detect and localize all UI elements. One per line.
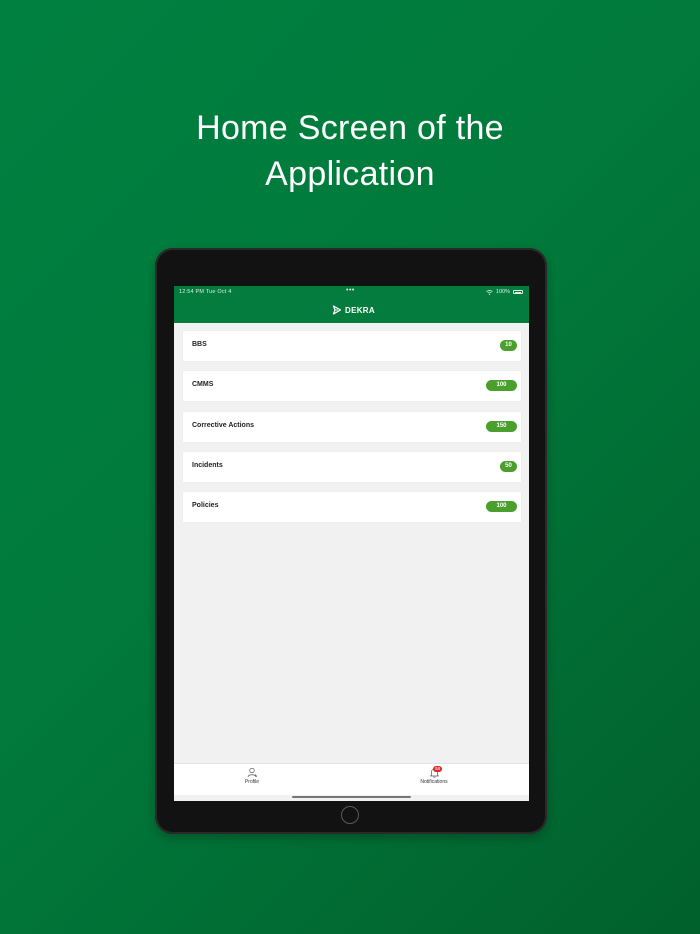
status-indicators: 100% bbox=[486, 289, 523, 295]
tab-profile-label: Profile bbox=[244, 779, 260, 785]
multitasking-dots[interactable]: ••• bbox=[346, 287, 355, 294]
brand-logo: DEKRA bbox=[332, 305, 375, 315]
home-indicator[interactable] bbox=[292, 796, 411, 798]
count-badge: 100 bbox=[486, 501, 517, 513]
headline-line-2: Application bbox=[265, 155, 435, 193]
list-item-cmms[interactable]: CMMS 100 bbox=[183, 371, 521, 402]
navigation-bar: 12:54 PM Tue Oct 4 ••• 100% DEKRA bbox=[174, 286, 529, 323]
headline-line-1: Home Screen of the bbox=[196, 109, 504, 147]
wifi-icon bbox=[486, 289, 493, 295]
dekra-logo-icon bbox=[332, 305, 342, 315]
list-item-corrective-actions[interactable]: Corrective Actions 150 bbox=[183, 411, 521, 442]
count-badge: 150 bbox=[486, 420, 517, 432]
app-screen: 12:54 PM Tue Oct 4 ••• 100% DEKRA BBS 10… bbox=[174, 286, 529, 801]
count-badge: 10 bbox=[500, 340, 517, 351]
brand-name: DEKRA bbox=[345, 305, 375, 315]
count-badge: 50 bbox=[500, 460, 517, 472]
tab-bar: Profile 58 Notifications bbox=[174, 763, 529, 795]
list-item-label: CMMS bbox=[192, 381, 214, 389]
module-list: BBS 10 CMMS 100 Corrective Actions 150 I… bbox=[183, 331, 521, 532]
tab-notifications[interactable]: 58 Notifications bbox=[414, 766, 454, 785]
battery-icon bbox=[513, 290, 523, 294]
tab-profile[interactable]: Profile bbox=[240, 767, 264, 785]
count-badge: 100 bbox=[486, 380, 517, 392]
list-item-policies[interactable]: Policies 100 bbox=[183, 492, 521, 523]
tab-notifications-label: Notifications bbox=[420, 779, 448, 785]
list-item-label: Corrective Actions bbox=[192, 421, 254, 429]
notification-count-badge: 58 bbox=[433, 766, 443, 772]
list-item-bbs[interactable]: BBS 10 bbox=[183, 331, 521, 361]
battery-percent: 100% bbox=[495, 289, 510, 295]
list-item-label: Policies bbox=[192, 502, 219, 510]
list-item-incidents[interactable]: Incidents 50 bbox=[183, 451, 521, 482]
home-button[interactable] bbox=[341, 806, 359, 824]
page-headline: Home Screen of the Application bbox=[0, 105, 700, 197]
list-item-label: Incidents bbox=[192, 461, 223, 469]
list-item-label: BBS bbox=[192, 341, 207, 348]
user-icon bbox=[247, 767, 257, 778]
status-time: 12:54 PM Tue Oct 4 bbox=[179, 289, 232, 295]
